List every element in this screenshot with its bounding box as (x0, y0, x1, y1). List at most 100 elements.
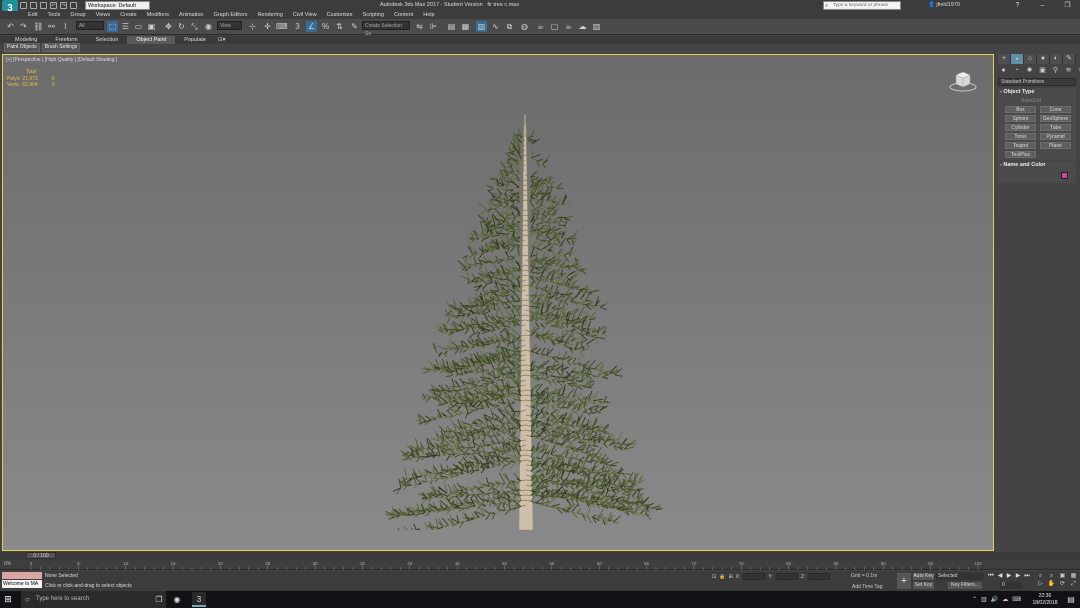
zoom-all-icon[interactable]: ⌕ (1047, 573, 1056, 580)
render-production-icon[interactable]: ☕ (563, 21, 574, 32)
textplus-button[interactable]: TextPlus (1005, 151, 1036, 158)
geosphere-button[interactable]: GeoSphere (1040, 115, 1071, 122)
tab-object-paint[interactable]: Object Paint (127, 36, 176, 44)
menu-customize[interactable]: Customize (322, 11, 358, 19)
move-icon[interactable]: ✥ (163, 21, 174, 32)
cylinder-button[interactable]: Cylinder (1005, 124, 1036, 131)
current-frame-field[interactable]: 0 (1000, 582, 1022, 589)
3dsmax-taskbar-icon[interactable]: 3 (192, 592, 206, 607)
fir-tree-model[interactable] (373, 115, 673, 530)
y-coordinate-field[interactable] (775, 573, 798, 580)
render-setup-icon[interactable]: ☕ (535, 21, 546, 32)
selection-lock-icon[interactable]: 🔒 (719, 574, 725, 580)
tab-selection[interactable]: Selection (87, 36, 128, 44)
viewcube-icon[interactable] (949, 69, 977, 93)
zoom-extents-icon[interactable]: ▣ (1058, 573, 1067, 580)
cone-button[interactable]: Cone (1040, 106, 1071, 113)
render-in-cloud-icon[interactable]: ☁ (577, 21, 588, 32)
tube-button[interactable]: Tube (1040, 124, 1071, 131)
time-slider-thumb[interactable]: 0 / 100 (26, 552, 56, 559)
menu-tools[interactable]: Tools (42, 11, 65, 19)
add-time-tag[interactable]: Add Time Tag (852, 584, 882, 590)
menu-views[interactable]: Views (91, 11, 116, 19)
angle-snap-icon[interactable]: ∠ (306, 21, 317, 32)
viewport-label[interactable]: [+] [Perspective ] [High Quality ] [Defa… (6, 57, 117, 63)
isolate-icon[interactable]: ⊡ (712, 574, 716, 580)
menu-create[interactable]: Create (115, 11, 142, 19)
create-tab-icon[interactable]: + (998, 54, 1011, 64)
helpers-icon[interactable]: ⚲ (1050, 66, 1061, 76)
taskbar-clock[interactable]: 22:36 18/02/2018 (1030, 593, 1060, 606)
zoom-icon[interactable]: ⌕ (1036, 573, 1045, 580)
a360-gallery-icon[interactable]: ▧ (591, 21, 602, 32)
z-coordinate-field[interactable] (808, 573, 831, 580)
place-icon[interactable]: ◉ (203, 21, 214, 32)
toggle-ribbon-icon[interactable]: ▥ (476, 21, 487, 32)
reference-coordinate-dropdown[interactable]: View (217, 21, 242, 30)
motion-tab-icon[interactable]: ● (1037, 54, 1050, 64)
name-and-color-header[interactable]: - Name and Color (998, 161, 1076, 169)
schematic-view-icon[interactable]: ⧉ (504, 21, 515, 32)
menu-modifiers[interactable]: Modifiers (142, 11, 174, 19)
action-center-icon[interactable]: ▤ (1064, 592, 1078, 607)
systems-icon[interactable]: ✲ (1076, 66, 1080, 76)
save-file-icon[interactable] (40, 2, 47, 9)
chrome-icon[interactable]: ◉ (170, 592, 184, 607)
previous-frame-icon[interactable]: ◀ (996, 573, 1004, 580)
notifications-arrow-icon[interactable]: ⌃ (972, 596, 977, 603)
tab-populate[interactable]: Populate (175, 36, 215, 44)
menu-edit[interactable]: Edit (23, 11, 42, 19)
absolute-mode-icon[interactable]: ⊞ (728, 574, 732, 580)
torus-button[interactable]: Torus (1005, 133, 1036, 140)
scene-explorer-icon[interactable]: ▤ (446, 21, 457, 32)
set-key-button[interactable]: Set Key (913, 582, 934, 589)
unlink-icon[interactable]: ⚯ (46, 21, 57, 32)
rotate-icon[interactable]: ↻ (176, 21, 187, 32)
display-tab-icon[interactable]: ◐ (1050, 54, 1063, 64)
spinner-snap-icon[interactable]: ⇅ (334, 21, 345, 32)
edit-named-selection-icon[interactable]: ✎ (349, 21, 360, 32)
help-icon[interactable]: ? (1005, 0, 1030, 11)
maximize-viewport-icon[interactable]: ⤢ (1069, 581, 1078, 588)
set-keys-icon[interactable]: + (897, 573, 911, 589)
search-input[interactable]: ⌕ Type a keyword or phrase (823, 1, 901, 10)
hierarchy-tab-icon[interactable]: ⌂ (1024, 54, 1037, 64)
select-object-icon[interactable]: ⬚ (107, 21, 118, 32)
go-to-end-icon[interactable]: ⏭ (1023, 573, 1031, 580)
named-selection-dropdown[interactable]: Create Selection Se (362, 21, 410, 37)
key-selection-dropdown[interactable]: Selected (936, 573, 984, 580)
onedrive-icon[interactable]: ☁ (1002, 596, 1008, 603)
box-button[interactable]: Box (1005, 106, 1036, 113)
project-folder-icon[interactable] (70, 2, 77, 9)
select-manipulate-icon[interactable]: ✛ (262, 21, 273, 32)
menu-scripting[interactable]: Scripting (358, 11, 389, 19)
material-editor-icon[interactable]: ◍ (519, 21, 530, 32)
maximize-button[interactable]: ❐ (1055, 0, 1080, 11)
undo-icon[interactable]: ↶ (50, 2, 57, 9)
space-warps-icon[interactable]: ≋ (1063, 66, 1074, 76)
geometry-icon[interactable]: ● (998, 66, 1009, 76)
primitive-type-dropdown[interactable]: Standard Primitives (998, 78, 1076, 86)
task-view-icon[interactable]: ❐ (152, 592, 166, 607)
layer-explorer-icon[interactable]: ▦ (460, 21, 471, 32)
menu-content[interactable]: Content (389, 11, 418, 19)
volume-icon[interactable]: 🔊 (991, 596, 998, 603)
auto-key-button[interactable]: Auto Key (913, 573, 934, 580)
pan-icon[interactable]: ✋ (1047, 581, 1056, 588)
new-file-icon[interactable] (20, 2, 27, 9)
redo-icon[interactable]: ↷ (60, 2, 67, 9)
maxscript-listener-input[interactable]: Welcome to MA (2, 580, 42, 588)
pyramid-button[interactable]: Pyramid (1040, 133, 1071, 140)
scale-icon[interactable]: ⤡ (189, 21, 200, 32)
network-icon[interactable]: ▥ (981, 596, 987, 603)
utilities-tab-icon[interactable]: ✎ (1063, 54, 1076, 64)
taskbar-search-input[interactable]: ○ Type here to search (21, 591, 166, 608)
cameras-icon[interactable]: ▣ (1037, 66, 1048, 76)
select-by-name-icon[interactable]: ☰ (120, 21, 131, 32)
teapot-button[interactable]: Teapot (1005, 142, 1036, 149)
go-to-start-icon[interactable]: ⏮ (987, 573, 995, 580)
timeline-ruler[interactable]: 0 5 10 15 20 25 30 35 40 45 50 55 60 65 70 75 80 85 90 95 10… (28, 560, 983, 570)
snaps-toggle-icon[interactable]: 3 (292, 21, 303, 32)
brush-settings-panel[interactable]: Brush Settings (41, 43, 81, 52)
rectangular-selection-icon[interactable]: ▭ (133, 21, 144, 32)
